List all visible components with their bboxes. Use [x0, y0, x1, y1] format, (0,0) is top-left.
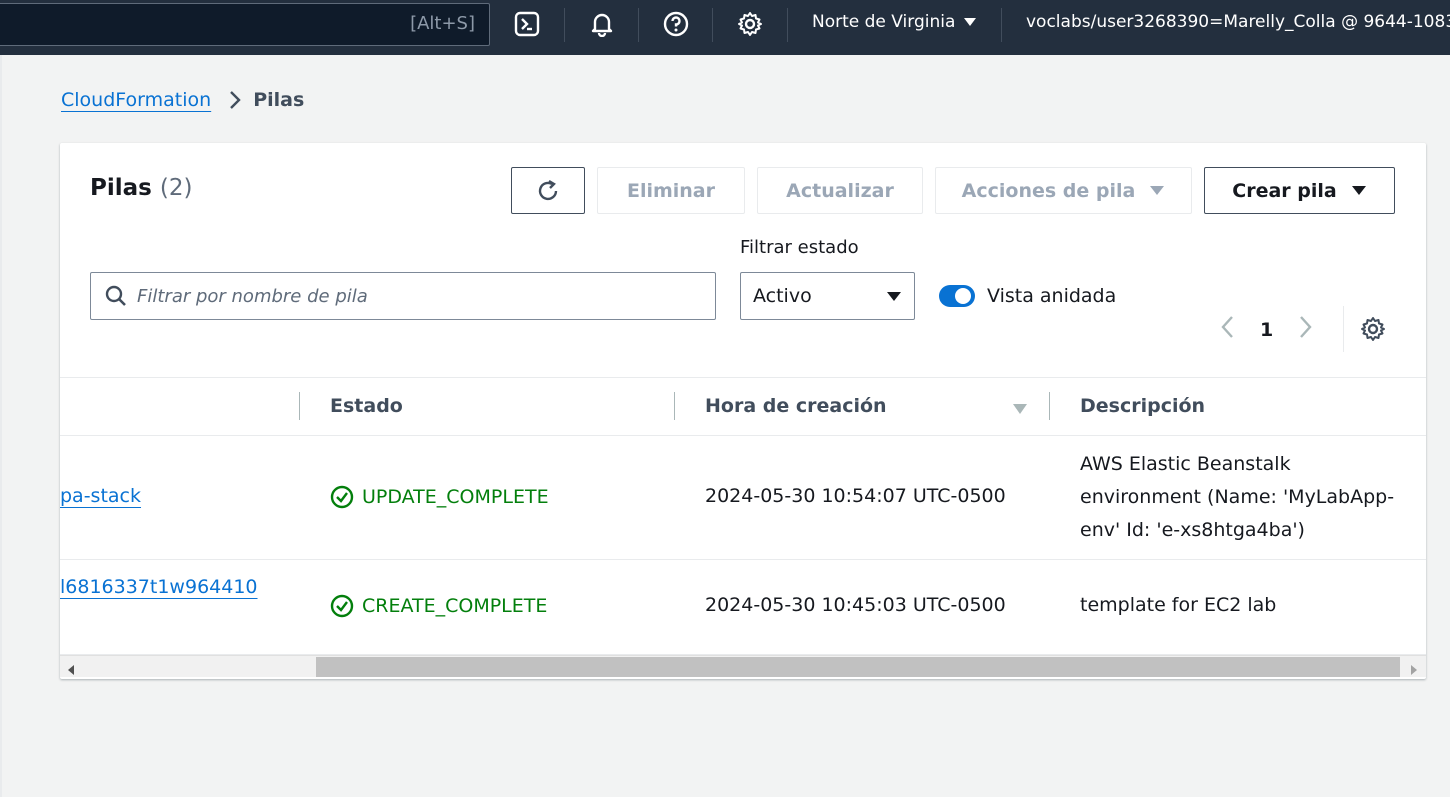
- pagination-divider: [1343, 306, 1344, 352]
- panel-header: Pilas (2) Eliminar Actualizar Acciones d…: [60, 143, 1426, 378]
- stack-name-link[interactable]: l6816337t1w964410: [60, 576, 258, 598]
- column-divider[interactable]: [1049, 392, 1050, 420]
- column-divider[interactable]: [299, 392, 300, 420]
- table-header: Estado Hora de creación Descripción: [60, 378, 1426, 436]
- status-filter-value: Activo: [753, 285, 812, 307]
- breadcrumb-current: Pilas: [253, 89, 305, 111]
- column-header-creation-time[interactable]: Hora de creación: [705, 395, 887, 417]
- next-page-icon[interactable]: [1299, 315, 1313, 344]
- nav-divider: [564, 8, 565, 42]
- scroll-left-icon[interactable]: [67, 661, 75, 679]
- scrollbar-thumb[interactable]: [316, 657, 1400, 677]
- account-menu[interactable]: voclabs/user3268390=Marelly_Colla @ 9644…: [1026, 12, 1450, 32]
- refresh-icon: [538, 179, 558, 200]
- column-header-description[interactable]: Descripción: [1080, 395, 1205, 417]
- chevron-right-icon: [229, 90, 241, 110]
- delete-button[interactable]: Eliminar: [597, 167, 745, 214]
- help-icon[interactable]: [662, 10, 690, 38]
- status-filter-select[interactable]: Activo: [740, 272, 915, 320]
- nav-divider: [1001, 8, 1002, 42]
- nav-divider: [712, 8, 713, 42]
- search-shortcut-hint: [Alt+S]: [410, 13, 475, 34]
- side-navigation-edge: [0, 55, 2, 797]
- status-badge: CREATE_COMPLETE: [330, 594, 547, 618]
- caret-down-icon: [1150, 186, 1165, 195]
- stack-actions-label: Acciones de pila: [961, 179, 1136, 202]
- region-label: Norte de Virginia: [812, 12, 956, 32]
- update-button[interactable]: Actualizar: [757, 167, 923, 214]
- sort-descending-icon[interactable]: [1012, 400, 1028, 419]
- global-search-input[interactable]: [Alt+S]: [0, 3, 490, 46]
- table-row: pa-stack UPDATE_COMPLETE 2024-05-30 10:5…: [60, 436, 1426, 560]
- breadcrumb: CloudFormation Pilas: [61, 89, 304, 111]
- create-stack-button[interactable]: Crear pila: [1204, 167, 1395, 214]
- caret-down-icon: [1351, 186, 1366, 195]
- region-selector[interactable]: Norte de Virginia: [812, 12, 977, 32]
- stack-description: AWS Elastic Beanstalk environment (Name:…: [1080, 453, 1395, 541]
- table-row: l6816337t1w964410 CREATE_COMPLETE 2024-0…: [60, 560, 1426, 655]
- gear-icon[interactable]: [736, 10, 764, 38]
- column-header-status[interactable]: Estado: [330, 395, 403, 417]
- stack-count: (2): [159, 175, 193, 201]
- pagination: 1: [1220, 315, 1313, 344]
- nested-view-toggle[interactable]: [939, 285, 975, 307]
- nav-divider: [638, 8, 639, 42]
- caret-down-icon: [964, 18, 977, 26]
- page-title: Pilas (2): [90, 175, 192, 201]
- stack-name-link[interactable]: pa-stack: [60, 485, 141, 507]
- status-badge: UPDATE_COMPLETE: [330, 485, 549, 509]
- previous-page-icon[interactable]: [1220, 315, 1234, 344]
- toggle-knob: [955, 288, 971, 304]
- scroll-right-icon[interactable]: [1410, 661, 1418, 679]
- bell-icon[interactable]: [588, 10, 616, 38]
- creation-time: 2024-05-30 10:54:07 UTC-0500: [705, 485, 1006, 507]
- nested-view-toggle-group: Vista anidada: [939, 285, 1116, 307]
- success-check-icon: [330, 594, 354, 618]
- refresh-button[interactable]: [511, 167, 585, 214]
- stack-search-input[interactable]: [137, 285, 697, 307]
- breadcrumb-cloudformation-link[interactable]: CloudFormation: [61, 89, 211, 111]
- filter-status-label: Filtrar estado: [740, 237, 859, 258]
- create-stack-label: Crear pila: [1232, 179, 1337, 202]
- nested-view-label: Vista anidada: [987, 285, 1117, 307]
- cloudshell-icon[interactable]: [513, 10, 541, 38]
- top-navigation-bar: [Alt+S] Norte de Virginia voclabs/user32…: [0, 0, 1450, 55]
- current-page-number[interactable]: 1: [1260, 319, 1273, 341]
- stack-description: template for EC2 lab: [1080, 594, 1277, 616]
- panel-title-text: Pilas: [90, 175, 152, 201]
- status-text: CREATE_COMPLETE: [362, 595, 548, 617]
- stack-search-field[interactable]: [90, 272, 716, 320]
- caret-down-icon: [887, 291, 901, 301]
- nav-divider: [787, 8, 788, 42]
- table-preferences-gear-icon[interactable]: [1360, 316, 1386, 342]
- column-divider[interactable]: [674, 392, 675, 420]
- stack-actions-button[interactable]: Acciones de pila: [935, 167, 1192, 214]
- status-text: UPDATE_COMPLETE: [362, 486, 549, 508]
- search-icon: [105, 285, 127, 307]
- creation-time: 2024-05-30 10:45:03 UTC-0500: [705, 594, 1006, 616]
- success-check-icon: [330, 485, 354, 509]
- horizontal-scrollbar[interactable]: [60, 655, 1426, 677]
- stacks-panel: Pilas (2) Eliminar Actualizar Acciones d…: [60, 143, 1426, 679]
